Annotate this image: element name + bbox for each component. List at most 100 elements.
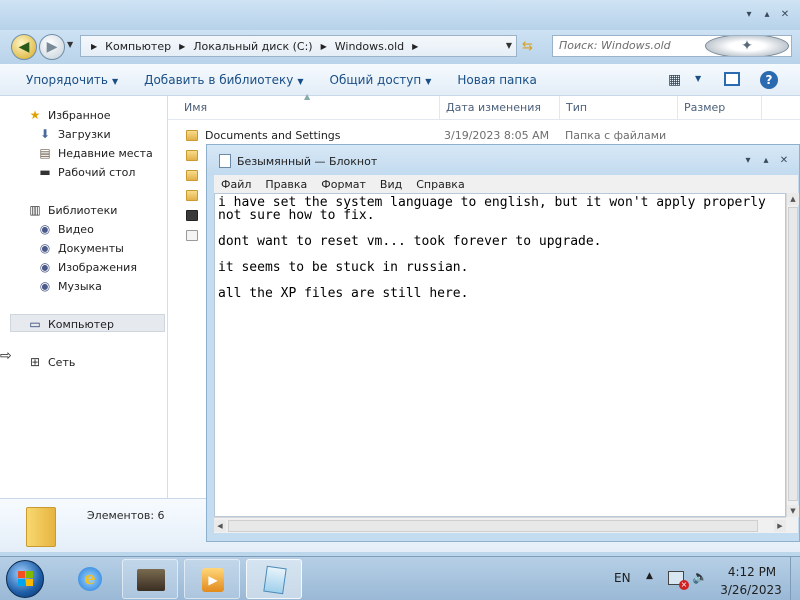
search-placeholder: Поиск: Windows.old: [559, 39, 671, 52]
scroll-thumb[interactable]: [788, 207, 798, 501]
notepad-titlebar[interactable]: Безымянный — Блокнот ▾ ▴ ✕: [207, 145, 799, 175]
chevron-down-icon: ▼: [425, 76, 432, 86]
explorer-titlebar[interactable]: ▾ ▴ ✕: [0, 0, 800, 30]
file-date: 3/19/2023 8:05 AM: [444, 129, 550, 142]
item-count: Элементов: 6: [87, 509, 165, 522]
organize-menu[interactable]: Упорядочить ▼: [26, 73, 118, 87]
chevron-right-icon[interactable]: ▶: [179, 42, 185, 51]
chevron-right-icon[interactable]: ▶: [321, 42, 327, 51]
nav-downloads[interactable]: ⬇ Загрузки: [38, 125, 111, 143]
file-icon: [186, 230, 198, 241]
explorer-navigation-bar: ◀ ▶ ▼ ▶ Компьютер ▶ Локальный диск (C:) …: [0, 30, 800, 64]
breadcrumb-computer[interactable]: Компьютер: [105, 40, 171, 53]
close-icon[interactable]: ✕: [777, 154, 791, 168]
scroll-thumb[interactable]: [228, 520, 758, 532]
file-name: Documents and Settings: [205, 129, 341, 142]
column-headers: ▲ Имя Дата изменения Тип Размер: [168, 92, 800, 120]
clock-date[interactable]: 3/26/2023: [718, 583, 784, 597]
nav-computer[interactable]: ▭ Компьютер: [28, 315, 114, 333]
menu-help[interactable]: Справка: [416, 178, 464, 191]
star-icon: ★: [29, 108, 41, 122]
nav-desktop[interactable]: ▬ Рабочий стол: [38, 163, 135, 181]
column-date[interactable]: Дата изменения: [440, 96, 560, 120]
nav-recent-places[interactable]: ▤ Недавние места: [38, 144, 152, 162]
folder-icon: [186, 190, 198, 201]
vertical-scrollbar[interactable]: ▲ ▼: [786, 193, 799, 517]
nav-video[interactable]: ◉ Видео: [38, 220, 94, 238]
network-disconnected-icon[interactable]: [668, 571, 689, 590]
search-icon[interactable]: ✦: [705, 36, 789, 56]
computer-icon: ▭: [29, 317, 41, 331]
nav-network[interactable]: ⊞ Сеть: [28, 353, 75, 371]
help-icon[interactable]: ?: [760, 71, 778, 89]
share-menu[interactable]: Общий доступ ▼: [330, 73, 432, 87]
nav-libraries[interactable]: ▥ Библиотеки: [28, 201, 117, 219]
file-type: Папка с файлами: [565, 129, 667, 142]
new-folder-button[interactable]: Новая папка: [457, 73, 536, 87]
minimize-icon[interactable]: ▾: [741, 154, 755, 168]
taskbar-notepad[interactable]: [246, 559, 302, 599]
chevron-down-icon: ▼: [297, 76, 304, 86]
taskbar-internet-explorer[interactable]: e: [64, 559, 120, 599]
start-button[interactable]: [6, 560, 44, 598]
network-icon: ⊞: [29, 355, 41, 369]
table-row[interactable]: Documents and Settings 3/19/2023 8:05 AM…: [168, 126, 800, 146]
address-dropdown-icon[interactable]: ▼: [506, 41, 512, 50]
scroll-right-icon[interactable]: ▶: [774, 520, 786, 532]
language-indicator[interactable]: EN: [614, 571, 631, 585]
text-line: it seems to be stuck in russian.: [218, 260, 469, 275]
preview-pane-icon[interactable]: [724, 72, 740, 86]
back-button[interactable]: ◀: [11, 34, 37, 60]
command-bar: Упорядочить ▼ Добавить в библиотеку ▼ Общи…: [0, 64, 800, 96]
volume-muted-icon[interactable]: 🔈: [692, 570, 708, 585]
notepad-window: Безымянный — Блокнот ▾ ▴ ✕ Файл Правка Ф…: [206, 144, 800, 542]
taskbar-media-player[interactable]: ▶: [184, 559, 240, 599]
maximize-icon[interactable]: ▴: [760, 8, 774, 22]
menu-view[interactable]: Вид: [380, 178, 402, 191]
scroll-left-icon[interactable]: ◀: [214, 520, 226, 532]
address-bar[interactable]: ▶ Компьютер ▶ Локальный диск (C:) ▶ Wind…: [80, 35, 517, 57]
search-input[interactable]: Поиск: Windows.old ✦: [552, 35, 792, 57]
taskbar-explorer[interactable]: [122, 559, 178, 599]
recent-pages-dropdown-icon[interactable]: ▼: [67, 40, 73, 49]
system-file-icon: [186, 210, 198, 221]
breadcrumb-windows-old[interactable]: Windows.old: [335, 40, 404, 53]
nav-music[interactable]: ◉ Музыка: [38, 277, 102, 295]
menu-file[interactable]: Файл: [221, 178, 251, 191]
column-size[interactable]: Размер: [678, 96, 762, 120]
folder-icon: [26, 507, 56, 547]
chevron-down-icon: ▼: [111, 76, 119, 86]
maximize-icon[interactable]: ▴: [759, 154, 773, 168]
refresh-icon[interactable]: ⇆: [522, 39, 533, 54]
nav-documents[interactable]: ◉ Документы: [38, 239, 124, 257]
clock-time[interactable]: 4:12 PM: [722, 565, 782, 579]
show-desktop-button[interactable]: [790, 557, 800, 600]
explorer-icon: [137, 569, 165, 591]
text-line: all the XP files are still here.: [218, 286, 469, 301]
nav-pictures[interactable]: ◉ Изображения: [38, 258, 137, 276]
menu-edit[interactable]: Правка: [265, 178, 307, 191]
change-view-icon[interactable]: ▦: [668, 72, 681, 88]
folder-icon: [186, 130, 198, 141]
scroll-up-icon[interactable]: ▲: [787, 193, 799, 205]
scroll-down-icon[interactable]: ▼: [787, 505, 799, 517]
forward-button[interactable]: ▶: [39, 34, 65, 60]
column-type[interactable]: Тип: [560, 96, 678, 120]
add-to-library-menu[interactable]: Добавить в библиотеку ▼: [144, 73, 303, 87]
chevron-right-icon[interactable]: ▶: [412, 42, 418, 51]
resize-cursor-icon: ⇨: [0, 348, 12, 364]
horizontal-scrollbar[interactable]: ◀ ▶: [214, 517, 786, 533]
chevron-right-icon[interactable]: ▶: [91, 42, 97, 51]
size-grip[interactable]: [786, 517, 798, 533]
text-editor-area[interactable]: i have set the system language to englis…: [214, 193, 786, 517]
column-name[interactable]: Имя: [178, 96, 440, 120]
desktop-icon: ▬: [39, 165, 51, 179]
menu-format[interactable]: Формат: [321, 178, 366, 191]
close-icon[interactable]: ✕: [778, 8, 792, 22]
libraries-icon: ▥: [29, 203, 41, 217]
minimize-icon[interactable]: ▾: [742, 8, 756, 22]
breadcrumb-local-disk[interactable]: Локальный диск (C:): [193, 40, 312, 53]
view-dropdown-icon[interactable]: ▼: [695, 74, 701, 83]
show-hidden-icons-icon[interactable]: ▲: [646, 571, 653, 581]
nav-favorites[interactable]: ★ Избранное: [28, 106, 111, 124]
